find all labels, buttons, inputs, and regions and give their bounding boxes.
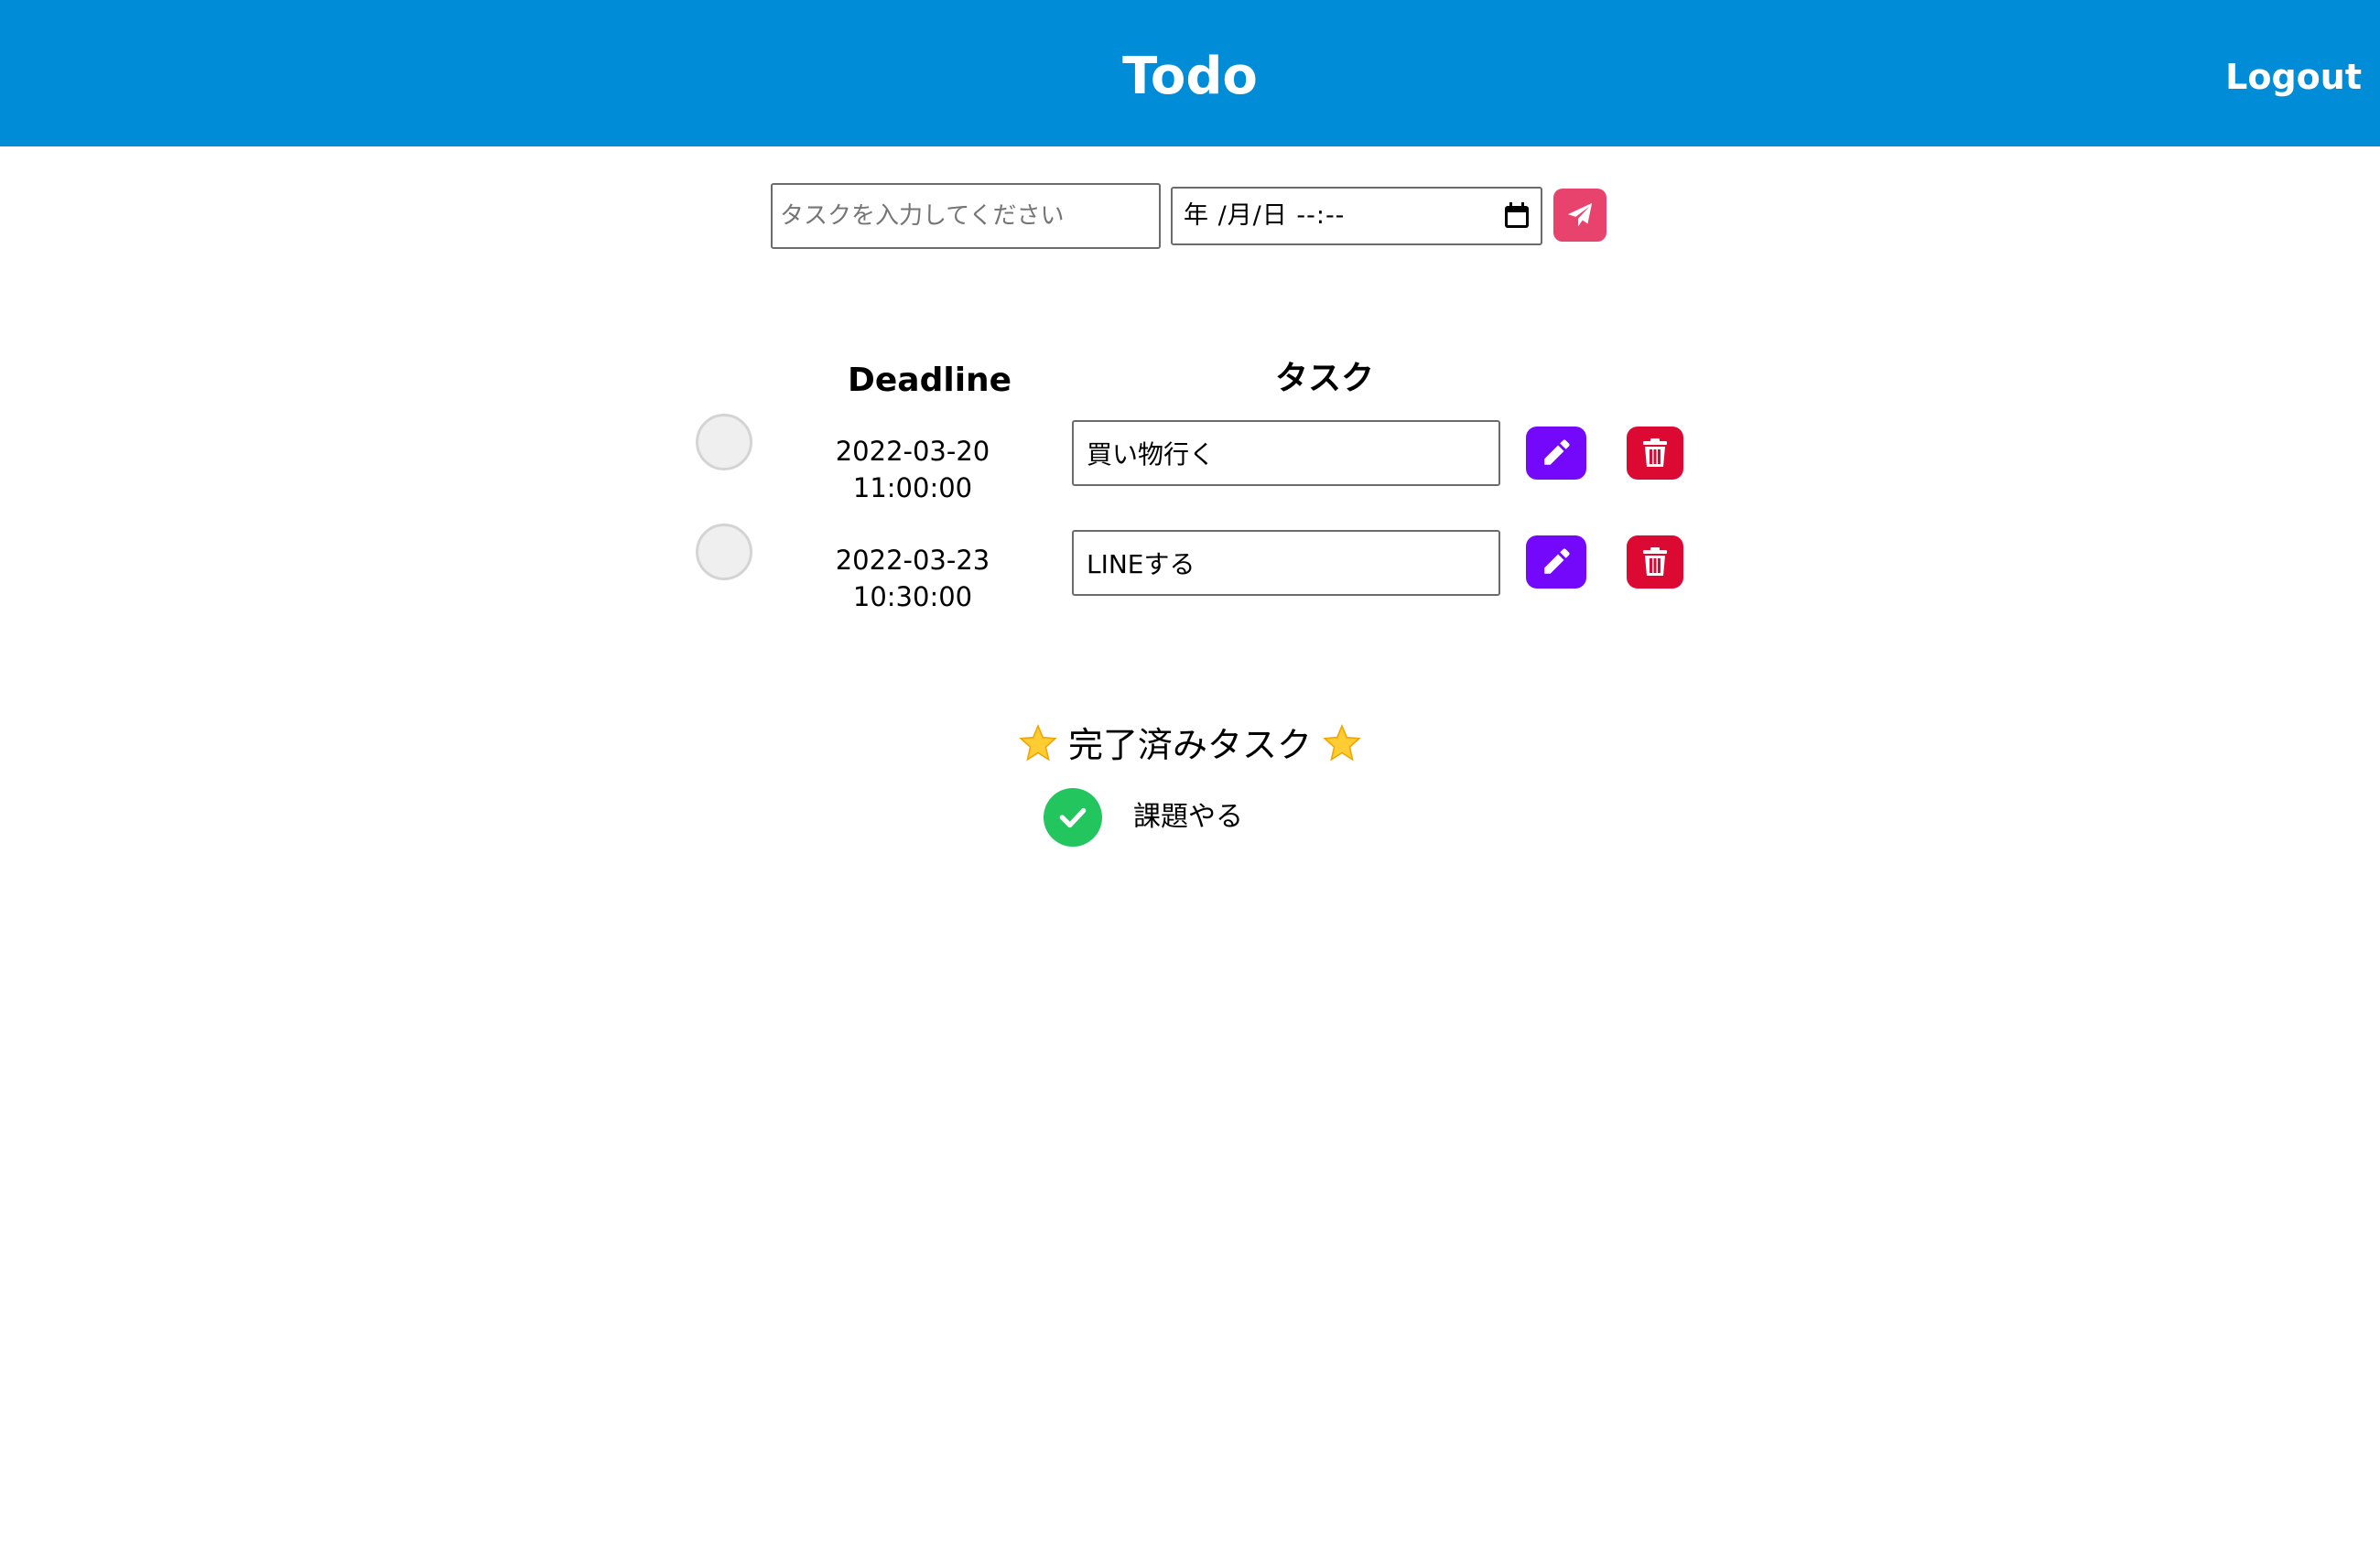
app-title: Todo [1122,47,1258,106]
add-task-button[interactable] [1553,189,1606,242]
task-deadline: 2022-03-23 10:30:00 [835,545,990,612]
star-icon [1019,724,1057,762]
trash-icon [1643,438,1667,467]
task-text-field[interactable] [1072,530,1500,596]
delete-button[interactable] [1627,427,1683,480]
delete-button[interactable] [1627,535,1683,589]
trash-icon [1643,547,1667,576]
paper-plane-icon [1567,202,1593,227]
deadline-column-header: Deadline [848,362,1012,399]
task-input[interactable] [771,183,1161,249]
calendar-icon[interactable] [1502,201,1531,231]
completed-heading-text: 完了済みタスク [1067,725,1312,765]
task-deadline: 2022-03-20 11:00:00 [835,436,990,503]
check-circle-icon[interactable] [1044,788,1102,847]
logout-link[interactable]: Logout [2225,51,2362,103]
complete-toggle[interactable] [696,414,752,470]
edit-button[interactable] [1526,427,1586,480]
app-header: Todo Logout [0,0,2380,146]
star-icon [1323,724,1361,762]
deadline-datetime-input[interactable]: 年 /月/日 --:-- [1171,187,1542,245]
edit-button[interactable] [1526,535,1586,589]
pencil-icon [1544,548,1570,574]
datetime-value: 年 /月/日 --:-- [1184,201,1346,230]
task-column-header: タスク [1275,360,1375,397]
complete-toggle[interactable] [696,524,752,580]
completed-task-label: 課題やる [1133,801,1243,833]
task-text-field[interactable] [1072,420,1500,486]
pencil-icon [1544,439,1570,465]
checkmark-icon [1059,807,1087,828]
completed-tasks-heading: 完了済みタスク [0,718,2380,773]
